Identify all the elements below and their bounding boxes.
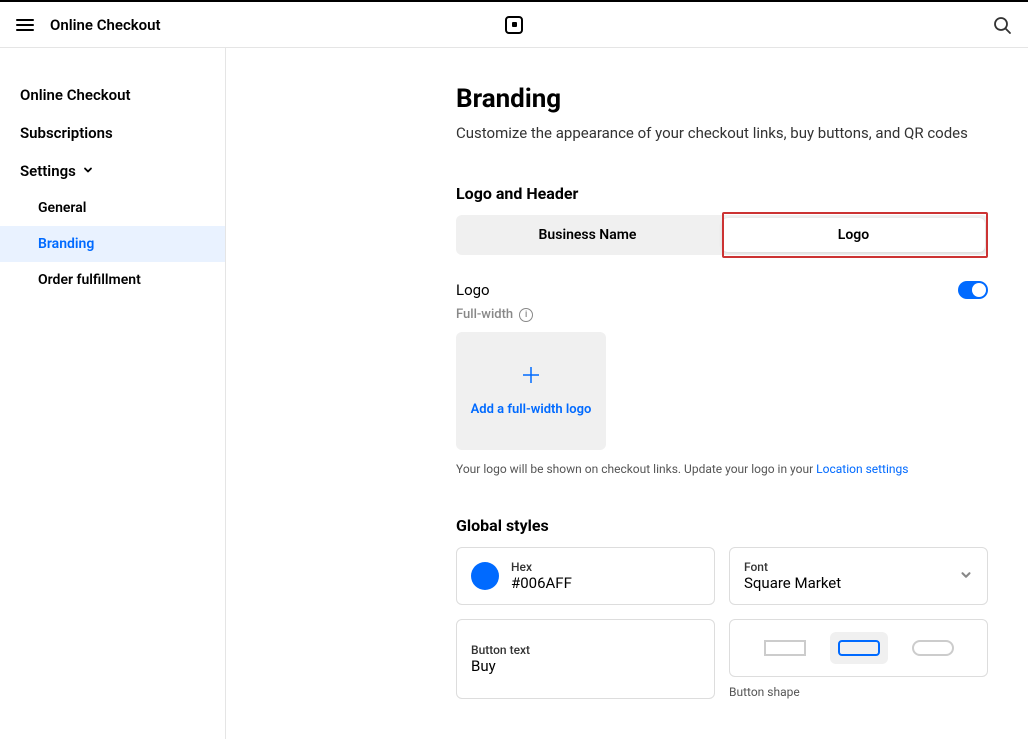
sidebar-item-label: Settings — [20, 162, 76, 180]
topbar: Online Checkout — [0, 0, 1028, 48]
sidebar-item-label: Branding — [38, 236, 94, 252]
plus-icon — [522, 365, 540, 390]
segmented-business-name[interactable]: Business Name — [456, 215, 719, 255]
logo-toggle-label: Logo — [456, 281, 490, 299]
font-label: Font — [744, 560, 947, 574]
main-content: Branding Customize the appearance of you… — [416, 48, 1028, 739]
sidebar-item-label: Order fulfillment — [38, 272, 141, 288]
menu-icon[interactable] — [16, 16, 34, 34]
shape-rounded[interactable] — [830, 632, 888, 664]
sidebar-item-general[interactable]: General — [0, 190, 225, 226]
topbar-title: Online Checkout — [50, 16, 161, 34]
sidebar-item-order-fulfillment[interactable]: Order fulfillment — [0, 262, 225, 298]
upload-text: Add a full-width logo — [471, 402, 592, 417]
segmented-label: Logo — [838, 227, 869, 243]
shape-pill[interactable] — [904, 632, 962, 664]
sidebar-item-label: Online Checkout — [20, 86, 131, 104]
segmented-label: Business Name — [539, 227, 637, 243]
sidebar: Online Checkout Subscriptions Settings G… — [0, 48, 226, 739]
location-settings-link[interactable]: Location settings — [816, 462, 908, 476]
button-text-card[interactable]: Button text Buy — [456, 619, 715, 699]
hex-label: Hex — [511, 560, 700, 574]
button-text-value: Buy — [471, 657, 700, 675]
font-card[interactable]: Font Square Market — [729, 547, 988, 605]
color-swatch — [471, 562, 499, 590]
chevron-down-icon — [959, 567, 973, 586]
logo-hint: Your logo will be shown on checkout link… — [456, 462, 988, 476]
chevron-down-icon — [82, 162, 94, 180]
sidebar-item-label: General — [38, 200, 86, 216]
page-title: Branding — [456, 84, 988, 114]
search-icon[interactable] — [992, 15, 1012, 35]
button-text-label: Button text — [471, 643, 700, 657]
segmented-logo[interactable]: Logo — [722, 218, 985, 252]
font-value: Square Market — [744, 574, 947, 592]
page-subtitle: Customize the appearance of your checkou… — [456, 124, 988, 142]
section-title-logo-header: Logo and Header — [456, 184, 988, 203]
logo-header-segmented: Business Name Logo — [456, 215, 988, 255]
hex-value: #006AFF — [511, 574, 700, 592]
sidebar-item-online-checkout[interactable]: Online Checkout — [0, 76, 225, 114]
brand-logo[interactable] — [505, 16, 523, 34]
hex-color-card[interactable]: Hex #006AFF — [456, 547, 715, 605]
full-width-label: Full-width — [456, 307, 513, 322]
button-shape-card — [729, 619, 988, 677]
add-logo-button[interactable]: Add a full-width logo — [456, 332, 606, 450]
sidebar-item-branding[interactable]: Branding — [0, 226, 225, 262]
info-icon[interactable]: i — [519, 308, 533, 322]
shape-sharp[interactable] — [756, 632, 814, 664]
logo-toggle[interactable] — [958, 281, 988, 299]
section-title-global-styles: Global styles — [456, 516, 988, 535]
sidebar-item-settings[interactable]: Settings — [0, 152, 225, 190]
sidebar-item-label: Subscriptions — [20, 124, 113, 142]
sidebar-item-subscriptions[interactable]: Subscriptions — [0, 114, 225, 152]
